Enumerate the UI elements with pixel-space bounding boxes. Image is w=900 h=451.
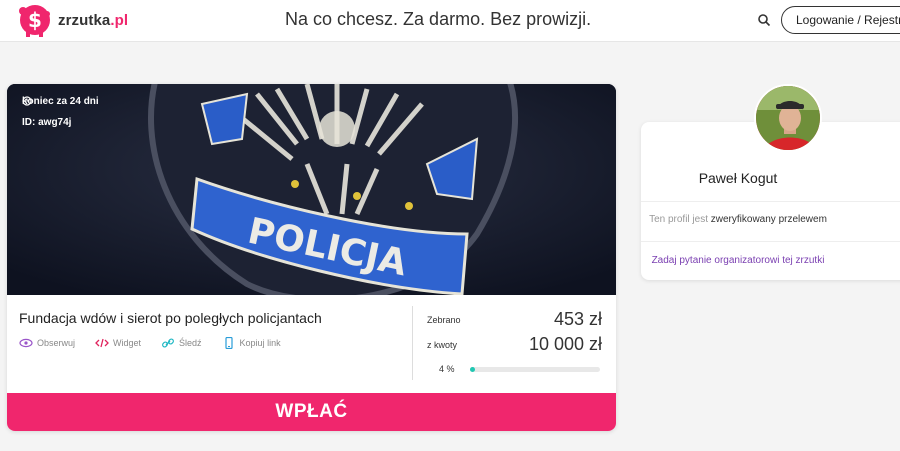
verification-status: Ten profil jest zweryfikowany przelewem [649, 214, 827, 225]
raised-label: Zebrano [427, 315, 461, 325]
follow-action[interactable]: Obserwuj [19, 337, 75, 349]
phone-copy-icon [224, 337, 233, 349]
link-icon [162, 338, 174, 348]
campaign-actions: Obserwuj Widget Śledź Kopiuj link [19, 337, 301, 349]
campaign-hero-image: POLICJA koniec za 24 dni ID: awg74j [7, 84, 616, 295]
site-logo[interactable]: $ zrzutka.pl [14, 2, 128, 38]
follow-action-label: Obserwuj [37, 338, 76, 348]
pay-button[interactable]: WPŁAĆ [7, 393, 616, 431]
stats-divider [412, 306, 413, 380]
progress-bar-fill [470, 367, 476, 372]
widget-action-label: Widget [113, 338, 142, 348]
avatar[interactable] [754, 84, 822, 152]
widget-action[interactable]: Widget [95, 337, 141, 349]
code-icon [95, 338, 109, 348]
progress-bar [470, 367, 600, 372]
search-icon[interactable] [757, 13, 771, 27]
logo-text: zrzutka.pl [58, 11, 129, 29]
campaign-id: ID: awg74j [22, 117, 72, 128]
track-action[interactable]: Śledź [161, 337, 202, 349]
top-header: $ zrzutka.pl Na co chcesz. Za darmo. Bez… [0, 0, 900, 42]
svg-text:$: $ [28, 8, 42, 32]
copy-link-action[interactable]: Kopiuj link [222, 337, 281, 349]
site-tagline: Na co chcesz. Za darmo. Bez prowizji. [285, 9, 592, 29]
goal-value: 10 000 zł [528, 334, 602, 354]
track-action-label: Śledź [179, 338, 202, 348]
goal-label: z kwoty [427, 340, 458, 350]
login-register-button[interactable]: Logowanie / Rejestracja [781, 6, 900, 34]
campaign-end-label: koniec za 24 dni [22, 96, 99, 107]
police-patch-illustration: POLICJA [7, 84, 616, 295]
ask-organizer-link[interactable]: Zadaj pytanie organizatorowi tej zrzutki [603, 255, 873, 266]
progress-percent: 4 % [439, 364, 455, 374]
campaign-card: POLICJA koniec za 24 dni ID: awg74j Fund… [7, 84, 616, 431]
organizer-divider [641, 241, 900, 242]
eye-icon [19, 338, 33, 348]
copy-link-action-label: Kopiuj link [239, 338, 281, 348]
campaign-end-info: koniec za 24 dni [22, 96, 99, 107]
raised-value: 453 zł [553, 309, 602, 329]
clock-icon [22, 96, 32, 106]
piggy-bank-logo-icon: $ [19, 5, 50, 37]
campaign-title: Fundacja wdów i sierot po poległych poli… [19, 310, 322, 326]
organizer-name[interactable]: Paweł Kogut [603, 170, 873, 186]
organizer-divider [641, 201, 900, 202]
